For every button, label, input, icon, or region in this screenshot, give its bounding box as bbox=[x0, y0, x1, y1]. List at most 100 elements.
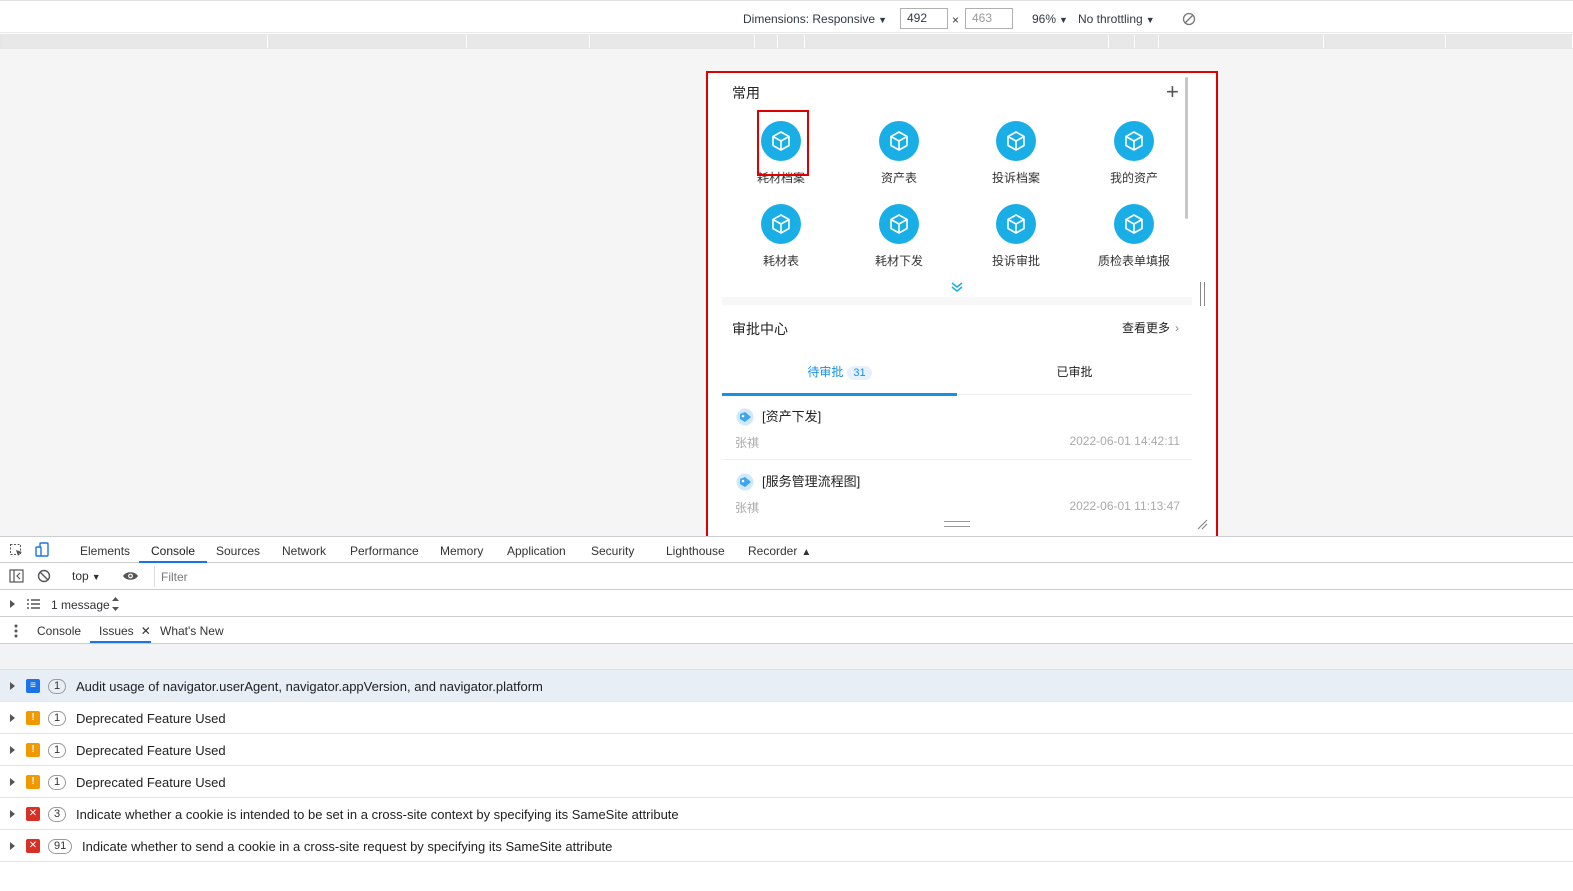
message-count: 1 message bbox=[51, 598, 110, 612]
resize-handle-bottom[interactable] bbox=[944, 521, 970, 527]
app-label: 质检表单填报 bbox=[1097, 254, 1170, 268]
app-label: 资产表 bbox=[880, 171, 917, 185]
item-user: 张祺 bbox=[735, 501, 760, 515]
app-item-6[interactable]: 投诉审批 bbox=[966, 204, 1066, 269]
eye-icon[interactable] bbox=[122, 570, 139, 582]
issue-row[interactable]: ✕ 91 Indicate whether to send a cookie i… bbox=[0, 830, 1573, 862]
expand-arrow-icon[interactable] bbox=[10, 682, 15, 690]
expand-arrow-icon[interactable] bbox=[10, 810, 15, 818]
app-item-4[interactable]: 耗材表 bbox=[731, 204, 831, 269]
list-item[interactable]: [资产下发] 张祺 2022-06-01 14:42:11 bbox=[722, 396, 1192, 460]
devtools-window: Dimensions: Responsive ▼ 492 × 463 96% ▼ N… bbox=[0, 0, 1573, 891]
expand-arrow-icon[interactable] bbox=[10, 600, 15, 608]
drawer-tab-issues[interactable]: Issues ✕ bbox=[99, 624, 151, 638]
devtools-tabbar: Elements Console Sources Network Perform… bbox=[0, 536, 1573, 563]
width-input[interactable]: 492 bbox=[900, 8, 948, 29]
issue-count: 1 bbox=[48, 711, 67, 726]
sidebar-toggle-icon[interactable] bbox=[9, 569, 24, 583]
cube-icon bbox=[1114, 121, 1154, 161]
issue-text: Indicate whether a cookie is intended to… bbox=[76, 807, 679, 822]
issue-count: 1 bbox=[48, 743, 67, 758]
error-icon: ✕ bbox=[26, 839, 40, 853]
tab-console[interactable]: Console bbox=[151, 544, 195, 558]
console-toolbar: top ▼ Filter bbox=[0, 563, 1573, 590]
app-item-1[interactable]: 资产表 bbox=[849, 121, 949, 186]
issue-row[interactable]: ≡ 1 Audit usage of navigator.userAgent, … bbox=[0, 670, 1573, 702]
expand-arrow-icon[interactable] bbox=[10, 714, 15, 722]
message-summary-row[interactable]: 1 message bbox=[0, 590, 1573, 617]
issue-count: 1 bbox=[48, 679, 67, 694]
drawer-tab-console[interactable]: Console bbox=[37, 624, 81, 638]
issue-text: Indicate whether to send a cookie in a c… bbox=[82, 839, 613, 854]
expand-arrow-icon[interactable] bbox=[10, 746, 15, 754]
issue-row[interactable]: ! 1 Deprecated Feature Used bbox=[0, 766, 1573, 798]
device-toggle-icon[interactable] bbox=[35, 542, 50, 558]
issue-count: 91 bbox=[48, 839, 73, 854]
device-toolbar: Dimensions: Responsive ▼ 492 × 463 96% ▼ N… bbox=[0, 0, 1573, 33]
issue-text: Audit usage of navigator.userAgent, navi… bbox=[76, 679, 543, 694]
page-scrollbar[interactable] bbox=[1185, 77, 1188, 219]
item-user: 张祺 bbox=[735, 436, 760, 450]
tab-lighthouse[interactable]: Lighthouse bbox=[666, 544, 725, 558]
tab-recorder[interactable]: Recorder ▲ bbox=[748, 544, 811, 558]
app-label: 投诉档案 bbox=[991, 171, 1040, 185]
chevron-double-down-icon[interactable] bbox=[949, 281, 965, 293]
drawer-tabbar: Console Issues ✕ What's New bbox=[0, 617, 1573, 644]
issue-row[interactable]: ! 1 Deprecated Feature Used bbox=[0, 734, 1573, 766]
app-item-5[interactable]: 耗材下发 bbox=[849, 204, 949, 269]
tab-elements[interactable]: Elements bbox=[80, 544, 130, 558]
add-icon[interactable]: + bbox=[1166, 81, 1179, 103]
dimensions-dropdown[interactable]: Dimensions: Responsive ▼ bbox=[743, 12, 887, 26]
app-label: 耗材下发 bbox=[874, 254, 923, 268]
filter-input[interactable]: Filter bbox=[154, 566, 1572, 587]
warning-icon: ! bbox=[26, 711, 40, 725]
warning-icon: ! bbox=[26, 743, 40, 757]
expand-arrow-icon[interactable] bbox=[10, 842, 15, 850]
issue-text: Deprecated Feature Used bbox=[76, 775, 226, 790]
app-item-7[interactable]: 质检表单填报 bbox=[1084, 204, 1184, 269]
tag-icon bbox=[736, 408, 754, 426]
list-item[interactable]: [服务管理流程图] 张祺 2022-06-01 11:13:47 bbox=[722, 461, 1192, 515]
issue-row[interactable]: ✕ 3 Indicate whether a cookie is intende… bbox=[0, 798, 1573, 830]
resize-corner-icon[interactable] bbox=[1196, 518, 1208, 530]
error-icon: ✕ bbox=[26, 807, 40, 821]
tab-active-indicator bbox=[90, 641, 151, 643]
resize-handle-right[interactable] bbox=[1200, 282, 1205, 306]
item-title: [服务管理流程图] bbox=[762, 474, 861, 489]
tab-application[interactable]: Application bbox=[507, 544, 566, 558]
item-time: 2022-06-01 11:13:47 bbox=[1069, 499, 1180, 513]
tab-pending[interactable]: 待审批 31 bbox=[722, 363, 957, 380]
tab-security[interactable]: Security bbox=[591, 544, 634, 558]
tab-memory[interactable]: Memory bbox=[440, 544, 483, 558]
caret-down-icon: ▼ bbox=[1059, 15, 1068, 25]
app-item-3[interactable]: 我的资产 bbox=[1084, 121, 1184, 186]
issue-row[interactable]: ! 1 Deprecated Feature Used bbox=[0, 702, 1573, 734]
context-selector[interactable]: top ▼ bbox=[72, 569, 101, 583]
app-item-2[interactable]: 投诉档案 bbox=[966, 121, 1066, 186]
drawer-tab-whats-new[interactable]: What's New bbox=[160, 624, 224, 638]
tab-approved[interactable]: 已审批 bbox=[957, 363, 1192, 380]
tab-sources[interactable]: Sources bbox=[216, 544, 260, 558]
sort-arrows-icon[interactable] bbox=[111, 594, 120, 614]
media-query-bar[interactable] bbox=[0, 34, 1573, 49]
more-vertical-icon[interactable] bbox=[14, 624, 18, 638]
rotate-disabled-icon[interactable] bbox=[1182, 12, 1196, 26]
list-icon bbox=[27, 599, 40, 609]
cube-icon bbox=[996, 121, 1036, 161]
zoom-dropdown[interactable]: 96% ▼ bbox=[1032, 12, 1068, 26]
expand-arrow-icon[interactable] bbox=[10, 778, 15, 786]
issue-count: 3 bbox=[48, 807, 67, 822]
inspect-element-icon[interactable] bbox=[9, 543, 24, 558]
view-more-link[interactable]: 查看更多 › bbox=[1122, 319, 1179, 336]
app-label: 我的资产 bbox=[1109, 171, 1158, 185]
caret-down-icon: ▼ bbox=[91, 572, 101, 582]
tab-network[interactable]: Network bbox=[282, 544, 326, 558]
clear-console-icon[interactable] bbox=[37, 569, 51, 583]
throttling-dropdown[interactable]: No throttling ▼ bbox=[1078, 12, 1155, 26]
cube-icon bbox=[761, 204, 801, 244]
issue-text: Deprecated Feature Used bbox=[76, 743, 226, 758]
height-input[interactable]: 463 bbox=[965, 8, 1013, 29]
tab-performance[interactable]: Performance bbox=[350, 544, 419, 558]
app-highlight-box bbox=[757, 110, 809, 176]
close-icon[interactable]: ✕ bbox=[141, 624, 151, 638]
